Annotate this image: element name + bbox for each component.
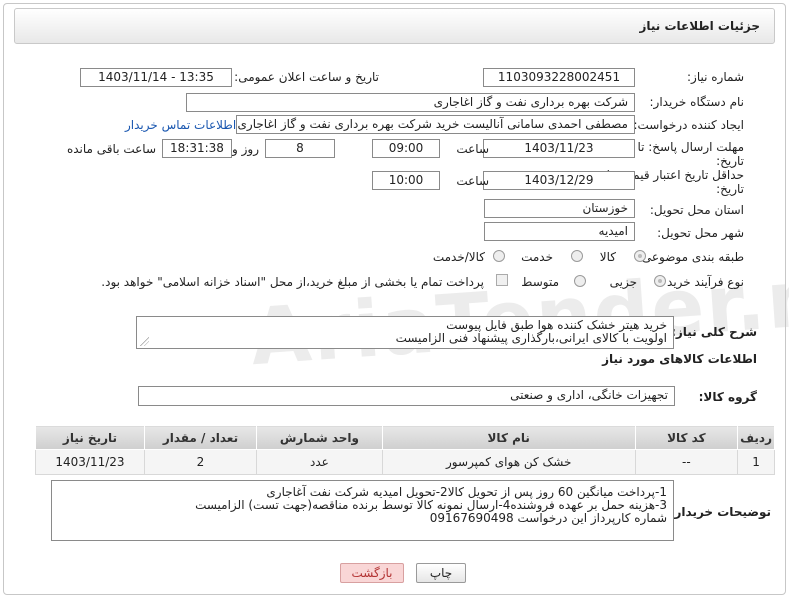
page-title: جزئیات اطلاعات نیاز xyxy=(639,19,760,33)
reply-deadline-date[interactable]: 1403/11/23 xyxy=(483,139,635,158)
panel-header: جزئیات اطلاعات نیاز xyxy=(14,8,775,44)
category-option-goods-service: کالا/خدمت xyxy=(432,250,485,264)
reply-deadline-label-1: مهلت ارسال پاسخ: تا xyxy=(637,140,744,154)
buyer-org-field[interactable]: شرکت بهره برداری نفت و گاز اغاجاری xyxy=(186,93,635,112)
reply-time-label: ساعت xyxy=(456,142,489,156)
need-number-label: شماره نیاز: xyxy=(687,70,744,84)
items-table: ردیف کد کالا نام کالا واحد شمارش تعداد /… xyxy=(35,425,775,475)
days-label: روز و xyxy=(232,142,259,156)
treasury-checkbox[interactable] xyxy=(496,274,508,286)
col-unit: واحد شمارش xyxy=(256,425,383,450)
treasury-note: پرداخت تمام یا بخشی از مبلغ خرید،از محل … xyxy=(101,275,484,289)
cell-quantity: 2 xyxy=(143,449,258,475)
price-time-label: ساعت xyxy=(456,174,489,188)
cell-item-name: خشک کن هوای کمپرسور xyxy=(381,449,636,475)
cell-unit: عدد xyxy=(256,449,383,475)
category-radio-service[interactable] xyxy=(571,250,583,262)
category-option-goods: کالا xyxy=(599,250,616,264)
process-radio-minor[interactable] xyxy=(654,275,666,287)
col-item-name: نام کالا xyxy=(381,425,636,450)
buyer-notes-line: شماره کارپرداز این درخواست 09167690498 xyxy=(429,511,667,525)
reply-deadline-label-2: تاریخ: xyxy=(716,154,744,168)
summary-label: شرح کلی نیاز: xyxy=(671,325,757,339)
announce-datetime-field[interactable]: 1403/11/14 - 13:35 xyxy=(80,68,232,87)
col-quantity: تعداد / مقدار xyxy=(143,425,258,450)
time-remaining-label: ساعت باقی مانده xyxy=(66,142,156,156)
time-remaining-field[interactable]: 18:31:38 xyxy=(162,139,232,158)
announce-datetime-label: تاریخ و ساعت اعلان عمومی: xyxy=(234,70,379,84)
col-row-number: ردیف xyxy=(737,425,775,450)
province-label: استان محل تحویل: xyxy=(649,203,744,217)
goods-section-title: اطلاعات کالاهای مورد نیاز xyxy=(602,352,757,366)
cell-need-date: 1403/11/23 xyxy=(35,449,145,475)
process-option-medium: متوسط xyxy=(521,275,559,289)
buyer-notes-textarea[interactable]: 1-پرداخت میانگین 60 روز پس از تحویل کالا… xyxy=(51,480,674,541)
buyer-org-label: نام دستگاه خریدار: xyxy=(649,95,745,109)
city-field[interactable]: امیدیه xyxy=(484,222,635,241)
cell-item-code: -- xyxy=(634,449,739,475)
purchase-process-label: نوع فرآیند خرید : xyxy=(659,275,744,289)
goods-group-label: گروه کالا: xyxy=(698,390,757,404)
price-validity-time[interactable]: 10:00 xyxy=(372,171,440,190)
category-radio-goods-service[interactable] xyxy=(493,250,505,262)
process-radio-medium[interactable] xyxy=(574,275,586,287)
process-option-minor: جزیی xyxy=(609,275,637,289)
city-label: شهر محل تحویل: xyxy=(657,226,744,240)
cell-row-number: 1 xyxy=(737,449,775,475)
requester-label: ایجاد کننده درخواست: xyxy=(633,118,744,132)
province-field[interactable]: خوزستان xyxy=(484,199,635,218)
table-row[interactable]: 1 -- خشک کن هوای کمپرسور عدد 2 1403/11/2… xyxy=(35,449,775,475)
price-validity-label-2: تاریخ: xyxy=(716,182,744,196)
print-button[interactable]: چاپ xyxy=(416,563,466,583)
summary-textarea[interactable]: خرید هیتر خشک کننده هوا طبق فایل پیوست ا… xyxy=(136,316,674,349)
back-button[interactable]: بازگشت xyxy=(340,563,404,583)
resize-grip-icon[interactable] xyxy=(140,337,149,346)
buyer-contact-link[interactable]: اطلاعات تماس خریدار xyxy=(125,118,236,132)
goods-group-field[interactable]: تجهیزات خانگی، اداری و صنعتی xyxy=(138,386,675,406)
col-item-code: کد کالا xyxy=(634,425,739,450)
col-need-date: تاریخ نیاز xyxy=(35,425,145,450)
reply-deadline-time[interactable]: 09:00 xyxy=(372,139,440,158)
category-label: طبقه بندی موضوعی: xyxy=(637,250,744,264)
days-remaining-field[interactable]: 8 xyxy=(265,139,335,158)
price-validity-date[interactable]: 1403/12/29 xyxy=(483,171,635,190)
category-radio-goods[interactable] xyxy=(634,250,646,262)
table-header-row: ردیف کد کالا نام کالا واحد شمارش تعداد /… xyxy=(35,425,775,450)
need-number-field[interactable]: 1103093228002451 xyxy=(483,68,635,87)
requester-field[interactable]: مصطفی احمدی سامانی آنالیست خرید شرکت بهر… xyxy=(236,115,635,134)
category-option-service: خدمت xyxy=(521,250,553,264)
buyer-notes-label: توضیحات خریدار: xyxy=(669,505,771,519)
summary-line: اولویت با کالای ایرانی،بارگذاری پیشنهاد … xyxy=(395,331,667,345)
